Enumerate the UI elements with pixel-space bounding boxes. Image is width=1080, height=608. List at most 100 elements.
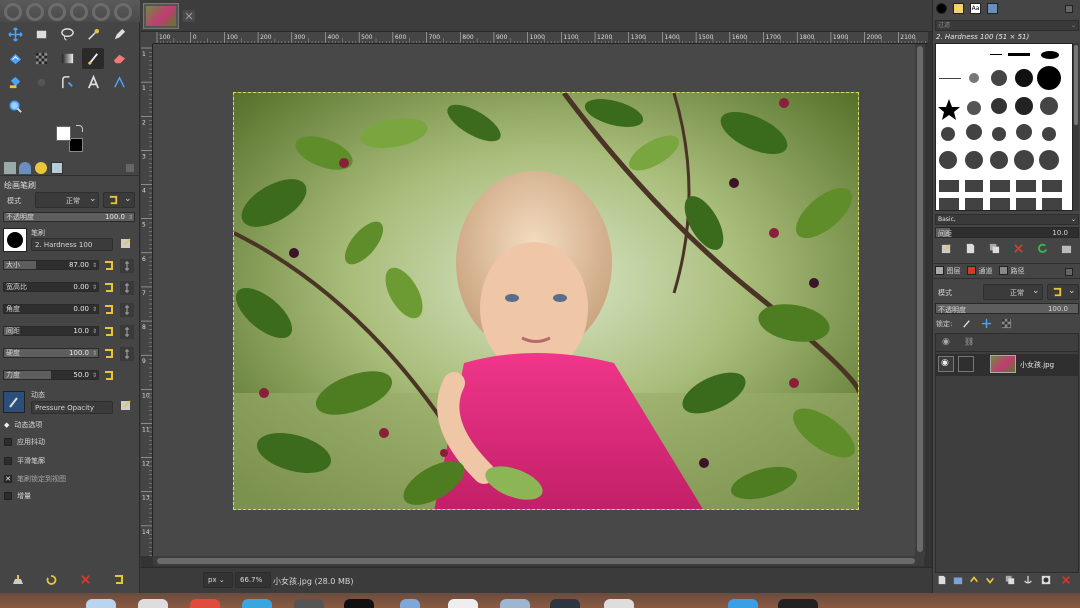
app-dock-icon[interactable] bbox=[778, 599, 818, 608]
checkbox-checked[interactable]: ✕ bbox=[4, 475, 12, 483]
mode-reset-combo[interactable]: ⌄ bbox=[103, 192, 135, 208]
bucket-tool[interactable] bbox=[4, 72, 26, 93]
chain-link-icon[interactable] bbox=[120, 347, 134, 361]
reset-spacing-icon[interactable] bbox=[103, 326, 115, 338]
app-dock-icon[interactable] bbox=[400, 599, 420, 608]
text-tool[interactable] bbox=[82, 72, 104, 93]
layer-thumbnail[interactable] bbox=[990, 355, 1016, 373]
app-dock-icon[interactable] bbox=[500, 599, 530, 608]
layers-list[interactable]: ◉ ⛓ ◉ 小女孩.jpg bbox=[935, 333, 1079, 573]
app-dock-icon[interactable] bbox=[728, 599, 758, 608]
anchor-layer-icon[interactable] bbox=[1023, 575, 1033, 585]
app-dock-icon[interactable] bbox=[138, 599, 168, 608]
app-dock-icon[interactable] bbox=[448, 599, 478, 608]
brush-name-field[interactable]: 2. Hardness 100 bbox=[31, 238, 113, 251]
opacity-slider[interactable]: 不透明度 100.0 ⇕ bbox=[3, 212, 135, 222]
open-brush-as-image-icon[interactable] bbox=[1061, 243, 1072, 254]
chain-link-icon[interactable] bbox=[120, 325, 134, 339]
configure-tab-icon[interactable] bbox=[1065, 5, 1073, 13]
finder-dock-icon[interactable] bbox=[86, 599, 116, 608]
delete-brush-icon[interactable] bbox=[1013, 243, 1024, 254]
tool-options-tab-icon[interactable] bbox=[4, 162, 16, 174]
duplicate-layer-icon[interactable] bbox=[1005, 575, 1015, 585]
lasso-tool[interactable] bbox=[56, 24, 78, 45]
lower-layer-icon[interactable] bbox=[985, 575, 995, 585]
document-history-tab-icon[interactable] bbox=[987, 3, 998, 14]
undo-history-tab-icon[interactable] bbox=[35, 162, 47, 174]
image-canvas[interactable] bbox=[233, 92, 859, 510]
app-dock-icon[interactable] bbox=[294, 599, 324, 608]
lock-pixels-icon[interactable] bbox=[961, 318, 972, 329]
brush-spacing-slider[interactable]: 间距 10.0 bbox=[935, 227, 1079, 238]
ruler-corner[interactable] bbox=[141, 32, 153, 44]
layer-composite-combo[interactable]: ⌄ bbox=[1047, 284, 1079, 300]
layer-row[interactable]: ◉ 小女孩.jpg bbox=[936, 354, 1078, 376]
checkbox[interactable] bbox=[4, 457, 12, 465]
rect-select-tool[interactable] bbox=[30, 24, 52, 45]
lock-alpha-icon[interactable] bbox=[1001, 318, 1012, 329]
save-options-icon[interactable] bbox=[12, 574, 24, 586]
image-tab-thumbnail[interactable] bbox=[143, 3, 179, 29]
vertical-scrollbar[interactable] bbox=[915, 44, 925, 556]
brush-preset-combo[interactable]: Basic, ⌄ bbox=[935, 214, 1079, 225]
unit-selector[interactable]: px ⌄ bbox=[203, 572, 233, 588]
foreground-color-swatch[interactable] bbox=[56, 126, 71, 141]
fonts-tab-icon[interactable]: Aa bbox=[970, 3, 981, 14]
layer-name[interactable]: 小女孩.jpg bbox=[1020, 360, 1054, 370]
reset-hardness-icon[interactable] bbox=[103, 348, 115, 360]
crop-tool[interactable] bbox=[30, 48, 52, 69]
zoom-tool[interactable] bbox=[4, 96, 26, 117]
restore-options-icon[interactable] bbox=[45, 574, 57, 586]
brush-filter-input[interactable]: 过滤 ⌄ bbox=[935, 20, 1079, 31]
edit-dynamics-icon[interactable] bbox=[120, 399, 132, 411]
vertical-ruler[interactable]: 11234567891011121314 bbox=[141, 44, 153, 556]
eraser-tool[interactable] bbox=[108, 48, 130, 69]
reset-angle-icon[interactable] bbox=[103, 304, 115, 316]
terminal-dock-icon[interactable] bbox=[344, 599, 374, 608]
mode-combo[interactable]: 正常 ⌄ bbox=[35, 192, 99, 208]
brushes-scrollbar[interactable] bbox=[1073, 43, 1079, 211]
brushes-tab-icon[interactable] bbox=[936, 3, 947, 14]
transform-tool[interactable] bbox=[4, 48, 26, 69]
configure-tab-icon[interactable] bbox=[126, 164, 134, 172]
configure-tab-icon[interactable] bbox=[1065, 268, 1073, 276]
layer-mode-combo[interactable]: 正常 ⌄ bbox=[983, 284, 1043, 300]
lock-brush-check[interactable]: ✕ 笔刷锁定到视图 bbox=[4, 474, 66, 484]
canvas-area[interactable] bbox=[153, 44, 924, 556]
horizontal-ruler[interactable]: 100 0 100 200 300 400 500 600 700 800 900 1000 1100 1… bbox=[153, 32, 928, 44]
device-status-tab-icon[interactable] bbox=[19, 162, 31, 174]
layer-visibility-toggle[interactable]: ◉ bbox=[938, 356, 954, 372]
lock-position-icon[interactable] bbox=[981, 318, 992, 329]
app-dock-icon[interactable] bbox=[604, 599, 634, 608]
aspect-slider[interactable]: 宽高比 0.00 ⇕ bbox=[3, 282, 99, 292]
delete-options-icon[interactable] bbox=[80, 574, 91, 585]
patterns-tab-icon[interactable] bbox=[953, 3, 964, 14]
app-dock-icon[interactable] bbox=[190, 599, 220, 608]
reset-size-icon[interactable] bbox=[103, 260, 115, 272]
app-dock-icon[interactable] bbox=[550, 599, 580, 608]
force-slider[interactable]: 力度 50.0 ⇕ bbox=[3, 370, 99, 380]
checkbox[interactable] bbox=[4, 492, 12, 500]
chain-link-icon[interactable] bbox=[120, 303, 134, 317]
new-brush-icon[interactable] bbox=[965, 243, 976, 254]
swap-colors-icon[interactable] bbox=[76, 125, 83, 132]
apply-jitter-check[interactable]: 应用抖动 bbox=[4, 437, 45, 447]
gradient-tool[interactable] bbox=[56, 48, 78, 69]
layer-chain-toggle[interactable] bbox=[958, 356, 974, 372]
hardness-slider[interactable]: 硬度 100.0 ⇕ bbox=[3, 348, 99, 358]
move-tool[interactable] bbox=[4, 24, 26, 45]
angle-slider[interactable]: 角度 0.00 ⇕ bbox=[3, 304, 99, 314]
tab-paths[interactable]: 路径 bbox=[999, 266, 1025, 276]
layer-opacity-slider[interactable]: 不透明度 100.0 bbox=[935, 303, 1079, 314]
close-tab-icon[interactable] bbox=[183, 10, 195, 22]
clone-tool[interactable] bbox=[56, 72, 78, 93]
brushes-grid[interactable] bbox=[935, 43, 1073, 211]
horizontal-scroll-thumb[interactable] bbox=[157, 558, 915, 564]
background-color-swatch[interactable] bbox=[69, 138, 83, 152]
smudge-tool[interactable] bbox=[30, 72, 52, 93]
spacing-slider[interactable]: 间距 10.0 ⇕ bbox=[3, 326, 99, 336]
edit-brush-icon[interactable] bbox=[120, 237, 132, 249]
zoom-selector[interactable]: 66.7% ⌄ bbox=[235, 572, 271, 598]
images-tab-icon[interactable] bbox=[51, 162, 63, 174]
path-tool[interactable] bbox=[108, 24, 130, 45]
